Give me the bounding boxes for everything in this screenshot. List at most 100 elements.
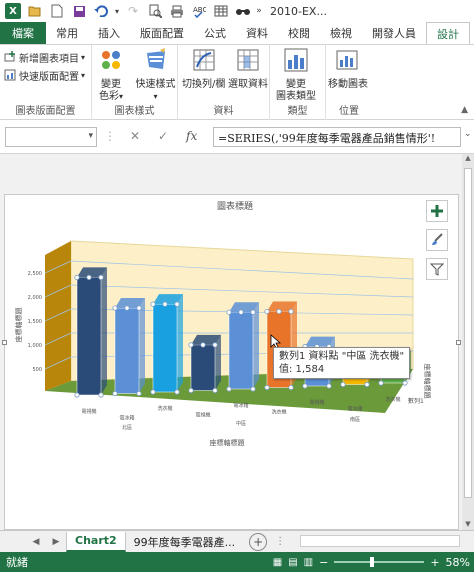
- tab-file[interactable]: 檔案: [0, 22, 46, 44]
- selection-handle: [340, 381, 346, 388]
- bar: [114, 307, 140, 394]
- quick-styles-icon: [146, 48, 165, 69]
- zoom-slider-knob[interactable]: [370, 557, 375, 567]
- change-chart-type-button[interactable]: 變更 圖表類型: [276, 47, 316, 103]
- scroll-up-icon[interactable]: ▲: [462, 154, 474, 162]
- cancel-icon[interactable]: ✕: [130, 129, 140, 143]
- scroll-down-icon[interactable]: ▼: [462, 520, 474, 528]
- select-data-button[interactable]: 選取資料: [228, 47, 268, 91]
- scroll-thumb[interactable]: [464, 168, 472, 498]
- x-axis-title[interactable]: 座標軸標題: [210, 438, 245, 447]
- group-location: 移動圖表 位置: [326, 45, 372, 120]
- formula-expand-icon[interactable]: ⌄: [464, 129, 472, 139]
- tab-data[interactable]: 資料: [236, 22, 278, 44]
- chart-title[interactable]: 圖表標題: [217, 200, 253, 212]
- print-preview-icon[interactable]: [144, 1, 166, 21]
- chart-sheet-area: 2,500 2,000 1,500 1,000 500 電視機 電冰箱 洗衣機 電視機 電冰箱洗…: [0, 154, 474, 530]
- spelling-check-icon[interactable]: ABC: [188, 1, 210, 21]
- tab-review[interactable]: 校閱: [278, 22, 320, 44]
- ribbon-collapse-icon[interactable]: ▲: [461, 105, 468, 115]
- prev-sheet-icon[interactable]: ◀: [26, 537, 46, 547]
- selection-handle: [276, 308, 282, 315]
- switch-row-column-label: 切換列/欄: [182, 79, 226, 90]
- redo-icon[interactable]: ↷: [122, 1, 144, 21]
- insert-function-icon[interactable]: fx: [186, 129, 197, 143]
- name-box-dropdown-icon[interactable]: ▾: [88, 131, 93, 141]
- page-layout-view-icon[interactable]: ▤: [288, 557, 297, 568]
- z-axis-title[interactable]: 座標軸標題: [423, 364, 432, 399]
- quick-layout-button[interactable]: 快速版面配置 ▾: [4, 66, 85, 84]
- name-box[interactable]: ▾: [5, 127, 97, 147]
- undo-icon[interactable]: [90, 1, 112, 21]
- tab-formulas[interactable]: 公式: [194, 22, 236, 44]
- selection-handle: [136, 305, 142, 311]
- enter-icon[interactable]: ✓: [158, 129, 168, 143]
- excel-logo-icon: X: [2, 1, 24, 21]
- tab-design[interactable]: 設計: [426, 22, 470, 44]
- table-icon[interactable]: [210, 1, 232, 21]
- resize-handle[interactable]: [456, 340, 461, 345]
- selection-handle: [212, 342, 218, 348]
- chart-area[interactable]: 2,500 2,000 1,500 1,000 500 電視機 電冰箱 洗衣機 電視機 電冰箱洗…: [2, 194, 461, 530]
- add-sheet-icon[interactable]: +: [249, 532, 268, 551]
- horizontal-scrollbar[interactable]: [300, 535, 460, 547]
- save-icon[interactable]: [68, 1, 90, 21]
- formula-input[interactable]: =SERIES(,'99年度每季電器產品銷售情形'!: [213, 127, 461, 147]
- zoom-level[interactable]: 58%: [446, 556, 470, 569]
- y-axis-title[interactable]: 座標軸標題: [14, 308, 23, 343]
- ribbon: 新增圖表項目 ▾ 快速版面配置 ▾ 圖表版面配置 變更 色彩▾ 快速樣式▾ 圖表…: [0, 44, 474, 120]
- quick-access-toolbar: X ▾ ↷ ABC » 2010-EX...: [0, 0, 474, 22]
- vertical-scrollbar[interactable]: ▲ ▼: [462, 154, 474, 530]
- zoom-out-icon[interactable]: −: [319, 556, 328, 569]
- x-tick-label: 電視機: [195, 412, 210, 419]
- sheet-tab-sales[interactable]: 99年度每季電器產...: [126, 532, 244, 552]
- palette-icon: [102, 51, 120, 69]
- svg-text:ABC: ABC: [193, 6, 206, 14]
- tab-view[interactable]: 檢視: [320, 22, 362, 44]
- formula-bar: ▾ ⋮ ✕ ✓ fx =SERIES(,'99年度每季電器產品銷售情形'! ⌄: [0, 120, 474, 154]
- page-break-view-icon[interactable]: ▥: [304, 557, 313, 568]
- tab-insert[interactable]: 插入: [88, 22, 130, 44]
- open-folder-icon[interactable]: [24, 1, 46, 21]
- move-chart-button[interactable]: 移動圖表: [328, 47, 368, 91]
- zoom-slider[interactable]: [334, 557, 425, 567]
- bar: [152, 303, 178, 393]
- quick-styles-button[interactable]: 快速樣式 ▾: [134, 47, 177, 103]
- change-colors-label-1: 變更: [101, 79, 121, 90]
- sheet-tab-chart2[interactable]: Chart2: [66, 531, 126, 552]
- zoom-in-icon[interactable]: +: [430, 556, 439, 569]
- change-chart-type-icon: [284, 48, 308, 72]
- selection-handle: [364, 381, 370, 388]
- y-tick-label: 2,500: [28, 271, 42, 277]
- selection-handle: [288, 384, 294, 391]
- x-tick-label: 洗衣機: [271, 409, 286, 416]
- print-icon[interactable]: [166, 1, 188, 21]
- tab-home[interactable]: 常用: [46, 22, 88, 44]
- normal-view-icon[interactable]: ▦: [273, 557, 282, 568]
- chart-styles-button[interactable]: [426, 229, 448, 251]
- change-colors-button[interactable]: 變更 色彩▾: [98, 47, 124, 103]
- tooltip-line-2: 值: 1,584: [279, 364, 325, 375]
- sheet-tab-splitter-icon[interactable]: ⋮: [275, 536, 285, 547]
- resize-handle[interactable]: [2, 340, 7, 345]
- chart-filters-button[interactable]: [426, 258, 448, 280]
- new-file-icon[interactable]: [46, 1, 68, 21]
- switch-row-column-button[interactable]: 切換列/欄: [182, 47, 225, 91]
- selection-handle: [226, 386, 232, 392]
- next-sheet-icon[interactable]: ▶: [46, 537, 66, 547]
- add-chart-element-button[interactable]: 新增圖表項目 ▾: [4, 48, 85, 66]
- tab-page-layout[interactable]: 版面配置: [130, 22, 194, 44]
- window-title: 2010-EX...: [270, 4, 327, 18]
- tab-developer[interactable]: 開發人員: [362, 22, 426, 44]
- find-icon[interactable]: [232, 1, 254, 21]
- undo-dropdown-icon[interactable]: ▾: [112, 1, 122, 21]
- ribbon-tabs: 檔案 常用 插入 版面配置 公式 資料 校閱 檢視 開發人員 設計: [0, 22, 474, 44]
- group-label-location: 位置: [339, 106, 359, 117]
- quick-layout-dropdown-icon: ▾: [81, 70, 86, 80]
- quick-layout-icon: [4, 69, 16, 81]
- selection-handle: [250, 309, 256, 315]
- qat-more-icon[interactable]: »: [254, 1, 264, 21]
- chart-elements-button[interactable]: [426, 200, 448, 222]
- bar: [76, 277, 102, 396]
- select-data-label: 選取資料: [228, 79, 268, 90]
